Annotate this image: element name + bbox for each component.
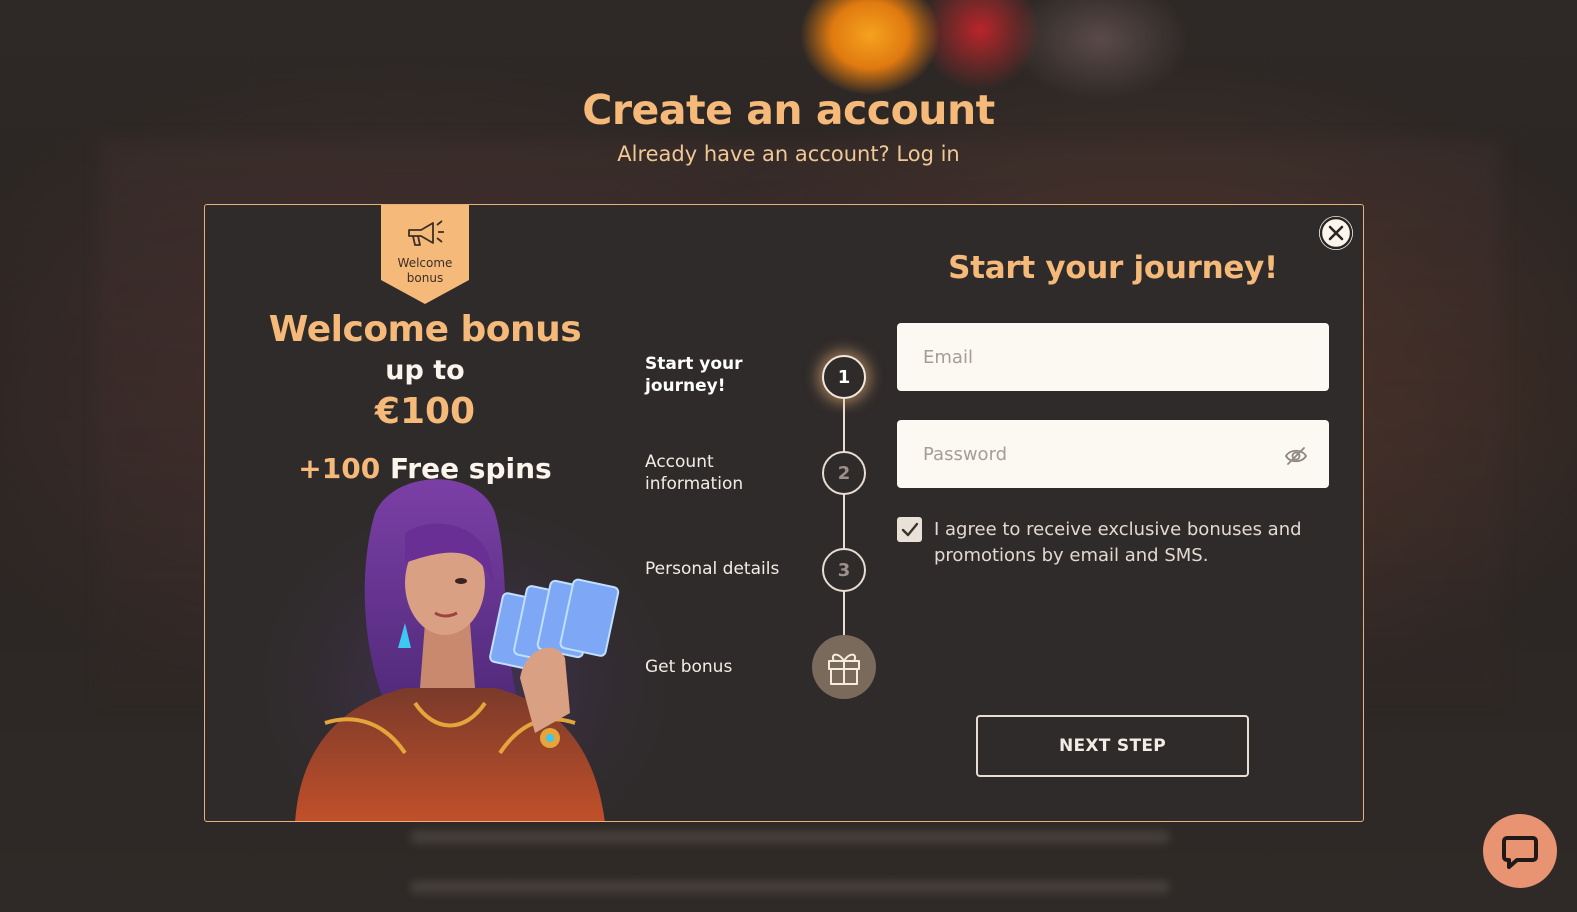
live-chat-button[interactable] [1483, 814, 1557, 888]
login-link[interactable]: Log in [896, 142, 959, 166]
step-3-marker: 3 [822, 548, 866, 592]
next-step-button[interactable]: NEXT STEP [976, 715, 1249, 777]
login-prompt-text: Already have an account? [617, 142, 890, 166]
close-icon [1319, 216, 1353, 250]
password-field[interactable] [897, 420, 1329, 488]
background-blurred-text [410, 880, 1170, 894]
promo-title: Welcome bonus [268, 309, 582, 350]
chat-bubble-icon [1502, 836, 1538, 869]
page-title: Create an account [582, 86, 995, 134]
promo-up-to: up to [385, 355, 465, 386]
step-label-start: Start your journey! [645, 354, 743, 396]
ribbon-label: Welcome bonus [397, 256, 453, 285]
stepper-line [843, 399, 845, 639]
promo-amount: €100 [374, 391, 476, 432]
close-button[interactable] [1319, 216, 1353, 250]
form-title: Start your journey! [948, 250, 1278, 286]
toggle-password-visibility-icon[interactable] [1283, 443, 1309, 469]
step-label-account: Account information [645, 452, 744, 494]
background-blurred-text [410, 830, 1170, 844]
welcome-ribbon [381, 205, 469, 304]
signup-modal: Welcome bonus Welcome bonus up to €100 +… [204, 204, 1364, 822]
gift-icon [828, 653, 860, 685]
login-prompt: Already have an account? Log in [0, 142, 1577, 166]
checkmark-icon [901, 522, 919, 537]
step-1-marker: 1 [822, 355, 866, 399]
step-2-marker: 2 [822, 451, 866, 495]
consent-text: I agree to receive exclusive bonuses and… [934, 519, 1302, 566]
character-illustration [265, 473, 665, 821]
step-label-personal: Personal details [645, 559, 780, 579]
consent-checkbox[interactable] [897, 517, 922, 542]
step-4-marker [812, 635, 876, 699]
email-field[interactable] [897, 323, 1329, 391]
step-label-bonus: Get bonus [645, 657, 733, 677]
